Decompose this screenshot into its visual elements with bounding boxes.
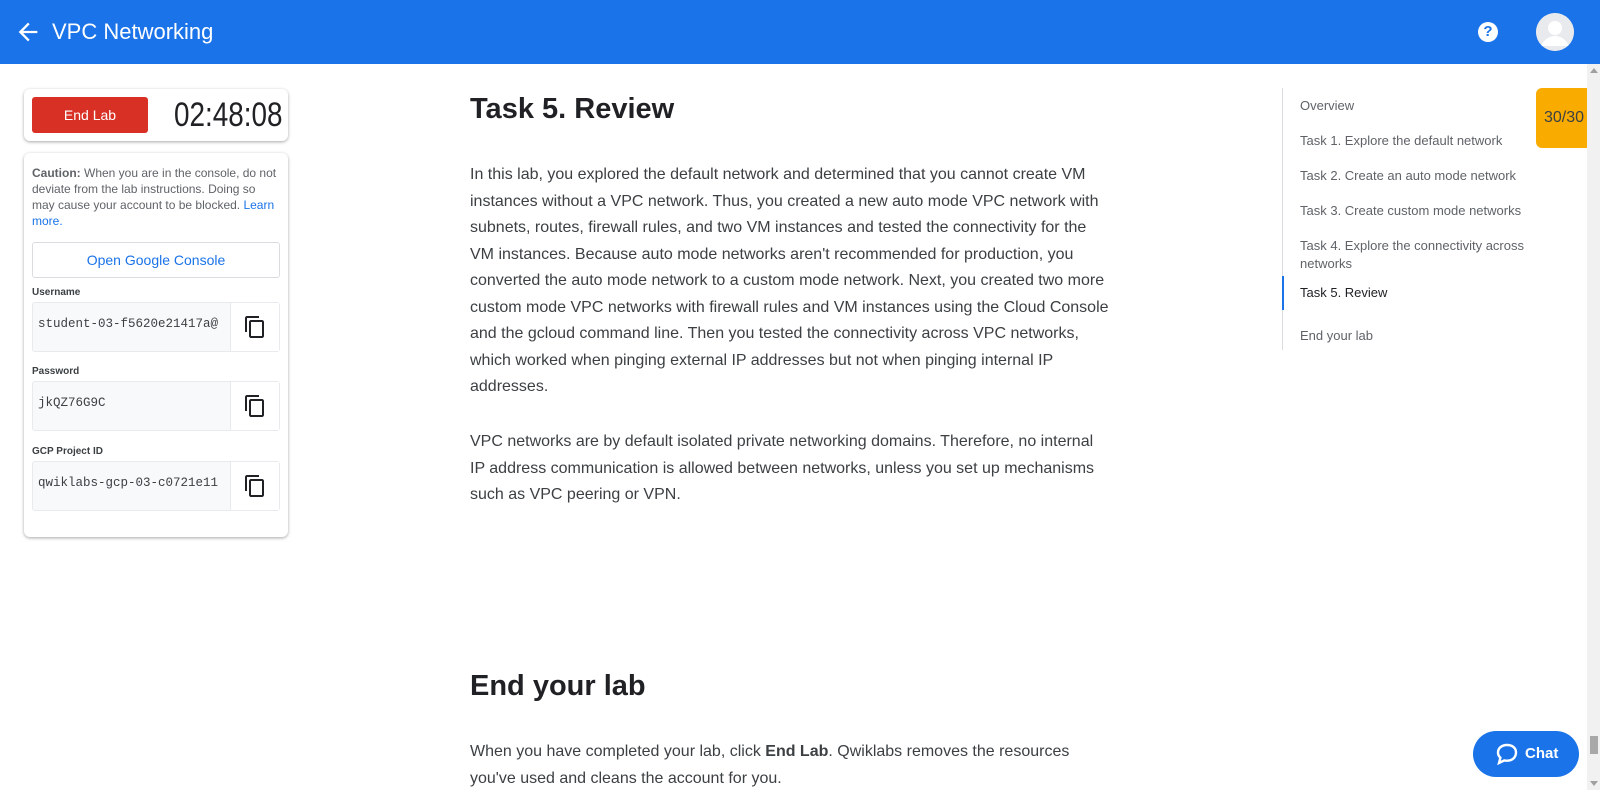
help-icon[interactable]: ?	[1478, 22, 1498, 42]
open-google-console-button[interactable]: Open Google Console	[32, 242, 280, 278]
password-field[interactable]: jkQZ76G9C	[32, 381, 280, 431]
section-heading-end-lab: End your lab	[470, 670, 646, 702]
project-id-field[interactable]: qwiklabs-gcp-03-c0721e11	[32, 461, 280, 511]
password-label: Password	[32, 366, 80, 377]
toc-item-task3[interactable]: Task 3. Create custom mode networks	[1282, 202, 1550, 220]
project-id-label: GCP Project ID	[32, 446, 103, 457]
table-of-contents: Overview Task 1. Explore the default net…	[1282, 88, 1543, 350]
toc-item-task2[interactable]: Task 2. Create an auto mode network	[1282, 167, 1550, 185]
username-label: Username	[32, 287, 81, 298]
copy-icon[interactable]	[230, 462, 279, 510]
toc-item-task1[interactable]: Task 1. Explore the default network	[1282, 132, 1550, 150]
lab-timer: 02:48:08	[174, 96, 283, 134]
copy-icon[interactable]	[230, 382, 279, 430]
lab-timer-card: End Lab 02:48:08	[24, 89, 288, 141]
scroll-down-icon[interactable]	[1590, 781, 1598, 786]
review-paragraph-2: VPC networks are by default isolated pri…	[470, 433, 1095, 503]
scroll-thumb[interactable]	[1590, 736, 1598, 754]
chat-label: Chat	[1525, 745, 1559, 762]
toc-item-end-lab[interactable]: End your lab	[1282, 327, 1550, 345]
account-circle-icon[interactable]	[1536, 13, 1574, 51]
end-lab-paragraph: When you have completed your lab, click …	[470, 739, 1110, 792]
end-lab-text-bold: End Lab	[765, 743, 829, 760]
toc-item-task4[interactable]: Task 4. Explore the connectivity across …	[1282, 237, 1550, 273]
top-app-bar: VPC Networking ?	[0, 0, 1600, 64]
arrow-back-icon[interactable]	[14, 18, 42, 46]
page-scrollbar[interactable]	[1587, 64, 1600, 790]
chat-button[interactable]: Chat	[1473, 731, 1579, 777]
end-lab-text-pre: When you have completed your lab, click	[470, 743, 766, 760]
lab-credentials-card: Caution: When you are in the console, do…	[24, 153, 288, 537]
password-value[interactable]: jkQZ76G9C	[38, 396, 226, 410]
toc-item-overview[interactable]: Overview	[1282, 97, 1550, 115]
username-field[interactable]: student-03-f5620e21417a@	[32, 302, 280, 352]
username-value[interactable]: student-03-f5620e21417a@	[38, 317, 226, 331]
project-id-value[interactable]: qwiklabs-gcp-03-c0721e11	[38, 476, 226, 490]
copy-icon[interactable]	[230, 303, 279, 351]
caution-text: Caution: When you are in the console, do…	[32, 165, 280, 229]
review-paragraph-1: In this lab, you explored the default ne…	[470, 166, 1109, 395]
section-heading-task5: Task 5. Review	[470, 93, 675, 125]
end-lab-button[interactable]: End Lab	[32, 97, 148, 133]
toc-item-task5[interactable]: Task 5. Review	[1282, 276, 1550, 310]
caution-label: Caution:	[32, 166, 81, 180]
chat-bubble-icon	[1496, 743, 1518, 765]
page-title: VPC Networking	[52, 19, 214, 44]
scroll-up-icon[interactable]	[1590, 68, 1598, 73]
